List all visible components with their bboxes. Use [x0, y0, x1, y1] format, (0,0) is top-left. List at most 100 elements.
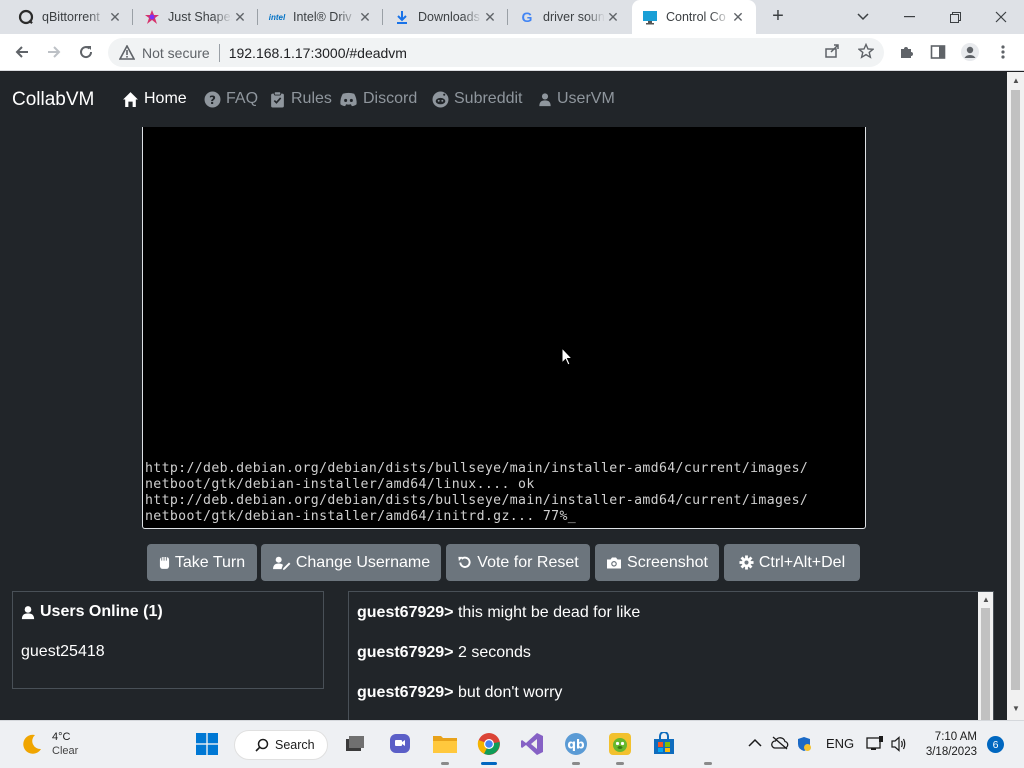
nav-faq[interactable]: ? FAQ: [204, 90, 258, 108]
speaker-icon: [891, 736, 906, 752]
security-tray-icon[interactable]: [796, 736, 812, 755]
game-icon: [609, 733, 631, 755]
tab-just-shapes[interactable]: Just Shapes ✕: [134, 0, 258, 34]
shield-icon: [798, 737, 811, 751]
clock-date: 3/18/2023: [925, 746, 977, 758]
star-icon[interactable]: [857, 42, 875, 63]
close-icon[interactable]: ✕: [357, 9, 373, 26]
nav-discord[interactable]: Discord: [339, 90, 417, 108]
tab-search-button[interactable]: [840, 0, 886, 34]
svg-text:qb: qb: [567, 738, 585, 752]
discord-icon: [340, 92, 357, 106]
nav-rules[interactable]: Rules: [269, 90, 332, 108]
taskbar-file-explorer[interactable]: [432, 731, 458, 765]
tab-qbittorrent[interactable]: qBittorrent ✕: [8, 0, 133, 34]
minimize-button[interactable]: [886, 0, 932, 34]
download-icon: [394, 9, 410, 25]
onedrive-tray-icon[interactable]: [771, 736, 789, 753]
chat-message: guest67929> this might be dead for like: [357, 604, 640, 622]
taskbar-clock[interactable]: 7:10 AM 3/18/2023: [915, 730, 977, 760]
close-icon[interactable]: ✕: [730, 9, 746, 26]
taskbar-search[interactable]: Search: [234, 730, 328, 760]
volume-tray-icon[interactable]: [891, 736, 909, 755]
url-text[interactable]: 192.168.1.17:3000/#deadvm: [229, 45, 407, 61]
nav-home[interactable]: Home: [122, 90, 187, 108]
notification-badge[interactable]: 6: [987, 736, 1004, 753]
screenshot-button[interactable]: Screenshot: [595, 544, 719, 581]
tab-intel[interactable]: intel Intel® Driv ✕: [259, 0, 383, 34]
taskbar-store[interactable]: [651, 731, 677, 757]
new-tab-button[interactable]: +: [766, 5, 790, 29]
ctrl-alt-del-button[interactable]: Ctrl+Alt+Del: [724, 544, 860, 581]
scroll-up-arrow-icon[interactable]: ▲: [982, 595, 990, 604]
weather-widget[interactable]: 4°C Clear: [20, 730, 78, 758]
taskbar-qbittorrent[interactable]: qb: [563, 731, 589, 765]
tab-control-collabvm[interactable]: Control Co ✕: [632, 0, 756, 34]
chat-username: guest67929>: [357, 604, 454, 621]
chat-scrollbar-thumb[interactable]: [981, 608, 990, 720]
task-view-button[interactable]: [342, 731, 368, 757]
scroll-down-arrow-icon[interactable]: ▼: [1012, 704, 1020, 713]
reddit-icon: [432, 91, 449, 107]
running-indicator: [704, 762, 712, 765]
taskbar-game[interactable]: [607, 731, 633, 765]
teams-chat-icon: [390, 734, 410, 753]
taskbar-visual-studio[interactable]: [519, 731, 545, 757]
take-turn-button[interactable]: Take Turn: [147, 544, 257, 581]
qbittorrent-icon: [18, 9, 34, 25]
close-icon[interactable]: ✕: [482, 9, 498, 26]
side-panel-icon[interactable]: [928, 42, 948, 62]
taskbar-hidden-app[interactable]: [695, 731, 721, 765]
site-brand[interactable]: CollabVM: [12, 89, 94, 111]
profile-avatar-icon[interactable]: [960, 42, 980, 62]
start-button[interactable]: [194, 731, 220, 757]
change-username-button[interactable]: Change Username: [261, 544, 441, 581]
page-scrollbar-thumb[interactable]: [1011, 90, 1020, 690]
forward-button[interactable]: [42, 40, 66, 64]
console-line: netboot/gtk/debian-installer/amd64/linux…: [145, 477, 535, 492]
vote-reset-button[interactable]: Vote for Reset: [446, 544, 590, 581]
user-list-item[interactable]: guest25418: [21, 643, 105, 661]
restore-button[interactable]: [932, 0, 978, 34]
extensions-icon[interactable]: [896, 42, 916, 62]
home-icon: [123, 91, 138, 107]
tab-google-search[interactable]: G driver soun ✕: [509, 0, 631, 34]
close-icon[interactable]: ✕: [107, 9, 123, 26]
share-icon[interactable]: [824, 43, 840, 63]
address-bar[interactable]: Not secure 192.168.1.17:3000/#deadvm: [108, 38, 884, 67]
kebab-menu-icon[interactable]: [993, 42, 1013, 62]
taskbar-chat-app[interactable]: [387, 731, 413, 757]
chat-text: but don't worry: [457, 684, 563, 701]
language-indicator[interactable]: ENG: [826, 736, 854, 751]
running-indicator: [572, 762, 580, 765]
back-button[interactable]: [10, 40, 34, 64]
gear-icon: [739, 555, 754, 570]
nav-uservm[interactable]: UserVM: [538, 90, 615, 108]
tab-title: qBittorrent: [42, 10, 100, 24]
button-label: Ctrl+Alt+Del: [758, 553, 846, 571]
tab-downloads[interactable]: Downloads ✕: [384, 0, 508, 34]
close-window-button[interactable]: [978, 0, 1024, 34]
tab-title: Downloads: [418, 10, 480, 24]
reload-button[interactable]: [74, 40, 98, 64]
vm-display[interactable]: http://deb.debian.org/debian/dists/bulls…: [142, 127, 866, 529]
chat-message: guest67929> 2 seconds: [357, 644, 531, 662]
page-content: CollabVM Home ? FAQ Rules Discord Subred…: [0, 72, 1007, 720]
chat-scrollbar[interactable]: ▲: [978, 592, 993, 720]
show-hidden-icons-button[interactable]: [748, 736, 762, 751]
console-line: http://deb.debian.org/debian/dists/bulls…: [145, 461, 809, 476]
nav-label: UserVM: [557, 90, 615, 107]
tab-title: Just Shapes: [168, 10, 232, 24]
nav-label: FAQ: [226, 90, 259, 107]
taskbar-chrome[interactable]: [476, 731, 502, 765]
network-tray-icon[interactable]: [866, 736, 884, 755]
nav-subreddit[interactable]: Subreddit: [432, 90, 523, 108]
chat-username: guest67929>: [357, 644, 454, 661]
warning-icon[interactable]: [118, 44, 136, 62]
scroll-up-arrow-icon[interactable]: ▲: [1012, 76, 1020, 85]
chat-text: 2 seconds: [457, 644, 531, 661]
close-icon[interactable]: ✕: [232, 9, 248, 26]
page-scrollbar[interactable]: ▲ ▼: [1007, 72, 1024, 720]
close-icon[interactable]: ✕: [605, 9, 621, 26]
security-status[interactable]: Not secure: [142, 45, 210, 61]
